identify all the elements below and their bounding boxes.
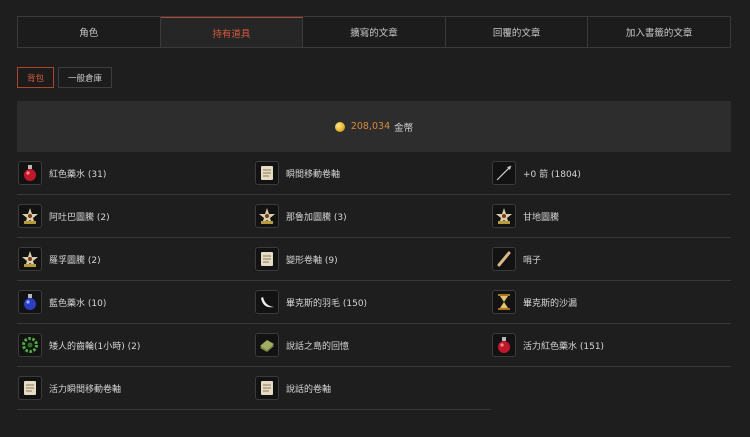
- item-label: +0 箭 (1804): [523, 169, 581, 180]
- item-label: 矮人的齒輪(1小時) (2): [49, 341, 141, 352]
- red-potion-icon: [492, 333, 516, 357]
- totem-icon: [255, 204, 279, 228]
- tab-character[interactable]: 角色: [18, 17, 161, 47]
- totem-icon: [492, 204, 516, 228]
- gear-icon: [18, 333, 42, 357]
- tab-written-posts[interactable]: 擴寫的文章: [303, 17, 446, 47]
- item-label: 藍色藥水 (10): [49, 298, 107, 309]
- tab-inventory[interactable]: 持有道具: [160, 17, 304, 47]
- item-label: 那魯加圖騰 (3): [286, 212, 347, 223]
- item-label: 瞬間移動卷軸: [286, 169, 341, 180]
- scroll-icon: [18, 376, 42, 400]
- hourglass-icon: [492, 290, 516, 314]
- item-label: 羅孚圖騰 (2): [49, 255, 101, 266]
- inventory-item[interactable]: 矮人的齒輪(1小時) (2): [17, 324, 254, 367]
- item-label: 活力紅色藥水 (151): [523, 341, 605, 352]
- item-label: 甘地圖騰: [523, 212, 560, 223]
- item-label: 說話之島的回憶: [286, 341, 350, 352]
- inventory-item[interactable]: 藍色藥水 (10): [17, 281, 254, 324]
- inventory-item[interactable]: 說話之島的回憶: [254, 324, 491, 367]
- whistle-icon: [492, 247, 516, 271]
- gold-amount: 208,034: [350, 121, 391, 132]
- totem-icon: [18, 247, 42, 271]
- scroll-icon: [255, 161, 279, 185]
- inventory-item[interactable]: 畢克斯的沙漏: [491, 281, 731, 324]
- inventory-item[interactable]: 活力紅色藥水 (151): [491, 324, 731, 367]
- coin-icon: [334, 121, 345, 132]
- item-label: 畢克斯的羽毛 (150): [286, 298, 368, 309]
- scroll-icon: [255, 247, 279, 271]
- red-potion-icon: [18, 161, 42, 185]
- inventory-item[interactable]: 瞬間移動卷軸: [254, 152, 491, 195]
- gold-unit: 金幣: [394, 122, 414, 134]
- book-icon: [255, 333, 279, 357]
- item-label: 畢克斯的沙漏: [523, 298, 578, 309]
- arrow-icon: [492, 161, 516, 185]
- inventory-item[interactable]: 甘地圖騰: [491, 195, 731, 238]
- totem-icon: [18, 204, 42, 228]
- storage-subtabs: 背包 一般倉庫: [17, 67, 113, 88]
- inventory-item[interactable]: 活力瞬間移動卷軸: [17, 367, 254, 410]
- inventory-item[interactable]: 哨子: [491, 238, 731, 281]
- inventory-item[interactable]: 阿吐巴圖騰 (2): [17, 195, 254, 238]
- inventory-item[interactable]: 畢克斯的羽毛 (150): [254, 281, 491, 324]
- subtab-warehouse[interactable]: 一般倉庫: [58, 67, 113, 88]
- feather-icon: [255, 290, 279, 314]
- inventory-item[interactable]: 紅色藥水 (31): [17, 152, 254, 195]
- profile-tabs: 角色 持有道具 擴寫的文章 回覆的文章 加入書籤的文章: [17, 16, 731, 48]
- blue-potion-icon: [18, 290, 42, 314]
- inventory-item[interactable]: +0 箭 (1804): [491, 152, 731, 195]
- inventory-item[interactable]: 變形卷軸 (9): [254, 238, 491, 281]
- tab-replied-posts[interactable]: 回覆的文章: [445, 17, 589, 47]
- subtab-backpack[interactable]: 背包: [17, 67, 55, 88]
- item-label: 紅色藥水 (31): [49, 169, 107, 180]
- item-grid: 紅色藥水 (31) 瞬間移動卷軸 +0 箭 (1804) 阿吐巴圖騰 (2) 那魯加圖騰…: [17, 152, 731, 410]
- scroll-icon: [255, 376, 279, 400]
- gold-summary: 208,034 金幣: [17, 101, 731, 152]
- inventory-item[interactable]: 那魯加圖騰 (3): [254, 195, 491, 238]
- item-label: 說話的卷軸: [286, 384, 332, 395]
- item-label: 哨子: [523, 255, 542, 266]
- item-label: 活力瞬間移動卷軸: [49, 384, 122, 395]
- item-label: 阿吐巴圖騰 (2): [49, 212, 110, 223]
- item-label: 變形卷軸 (9): [286, 255, 338, 266]
- inventory-item[interactable]: 說話的卷軸: [254, 367, 491, 410]
- tab-bookmarked-posts[interactable]: 加入書籤的文章: [588, 17, 730, 47]
- inventory-item[interactable]: 羅孚圖騰 (2): [17, 238, 254, 281]
